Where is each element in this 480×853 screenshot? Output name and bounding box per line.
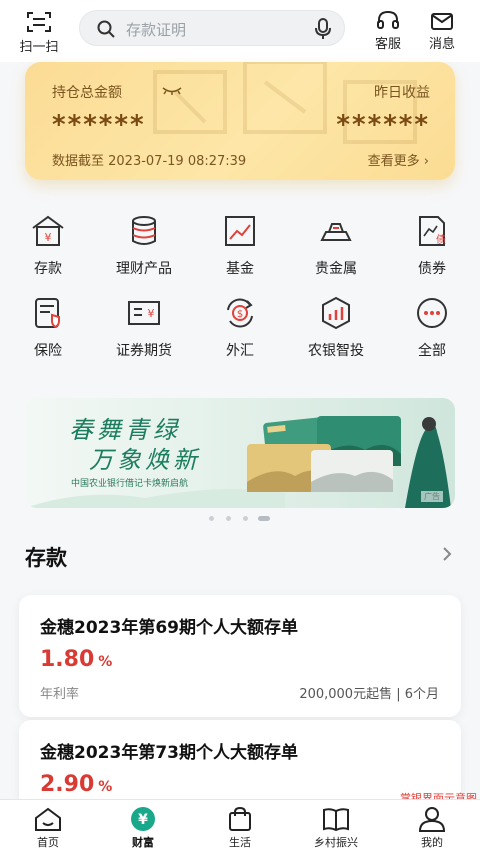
product-name: 金穗2023年第69期个人大额存单 xyxy=(40,618,298,638)
grid-label: 外汇 xyxy=(226,343,254,359)
insurance-icon xyxy=(35,298,60,329)
grid-item-forex[interactable]: $ 外汇 xyxy=(200,296,280,360)
rate-value: 1.80 xyxy=(40,647,95,672)
product-terms: 200,000元起售 | 6个月 xyxy=(299,687,439,702)
home-icon xyxy=(35,807,61,831)
yesterday-earnings-label: 昨日收益 xyxy=(374,85,430,101)
chevron-right-icon[interactable] xyxy=(442,546,452,562)
banner-subtitle: 中国农业银行借记卡焕新启航 xyxy=(71,479,189,489)
precious-metal-icon xyxy=(320,223,352,241)
grid-label: 债券 xyxy=(418,261,446,277)
forex-icon: $ xyxy=(227,298,253,328)
grid-label: 存款 xyxy=(34,261,62,277)
wealth-product-icon xyxy=(132,216,156,245)
total-holdings-value: ****** xyxy=(52,110,146,140)
user-icon xyxy=(418,807,446,832)
rate-unit: % xyxy=(98,779,113,795)
eye-closed-icon[interactable] xyxy=(162,86,182,96)
asset-summary-card[interactable]: 持仓总金额 昨日收益 ****** ****** 数据截至 2023-07-19… xyxy=(25,62,455,180)
grid-item-bond[interactable]: 债 债券 xyxy=(392,214,472,278)
shopping-bag-icon xyxy=(229,806,251,831)
grid-item-securities[interactable]: ¥ 证券期货 xyxy=(104,296,184,360)
grid-item-fund[interactable]: 基金 xyxy=(200,214,280,278)
microphone-icon[interactable] xyxy=(314,18,332,40)
tab-label: 生活 xyxy=(229,836,251,849)
ad-tag: 广告 xyxy=(421,491,443,502)
tab-wealth[interactable]: ¥ 财富 xyxy=(108,806,178,850)
search-icon xyxy=(97,20,115,38)
product-rate: 2.90% xyxy=(40,772,112,797)
customer-service-button[interactable]: 客服 xyxy=(366,10,410,52)
banner-headline-2: 万象焕新 xyxy=(89,446,201,474)
grid-label: 理财产品 xyxy=(116,261,172,277)
deposit-icon: ¥ xyxy=(32,215,64,246)
smart-invest-icon xyxy=(322,296,350,330)
grid-label: 全部 xyxy=(418,343,446,359)
grid-item-all[interactable]: 全部 xyxy=(392,296,472,360)
svg-text:债: 债 xyxy=(436,233,446,246)
tab-label: 首页 xyxy=(37,836,59,849)
svg-text:¥: ¥ xyxy=(138,812,148,828)
promo-banner[interactable]: 春舞青绿 万象焕新 中国农业银行借记卡焕新启航 广告 xyxy=(25,398,455,508)
envelope-icon xyxy=(431,13,453,30)
rate-unit: % xyxy=(98,654,113,670)
wealth-icon: ¥ xyxy=(131,807,155,831)
tab-mine[interactable]: 我的 xyxy=(397,806,467,850)
carousel-dot[interactable] xyxy=(209,516,214,521)
service-label: 客服 xyxy=(374,37,401,52)
tab-home[interactable]: 首页 xyxy=(13,806,83,850)
data-timestamp: 数据截至 2023-07-19 08:27:39 xyxy=(52,154,247,169)
fund-icon xyxy=(225,216,255,246)
view-more-link[interactable]: 查看更多 › xyxy=(368,150,429,169)
product-name: 金穗2023年第73期个人大额存单 xyxy=(40,743,298,763)
search-input[interactable]: 存款证明 xyxy=(126,19,186,40)
tab-label: 财富 xyxy=(132,836,154,849)
grid-label: 农银智投 xyxy=(308,343,364,359)
search-bar[interactable]: 存款证明 xyxy=(79,10,345,46)
product-card[interactable]: 金穗2023年第69期个人大额存单 1.80% 年利率 200,000元起售 |… xyxy=(19,595,461,717)
rate-value: 2.90 xyxy=(40,772,95,797)
grid-label: 基金 xyxy=(226,261,254,277)
more-icon xyxy=(417,298,447,328)
top-bar: 扫一扫 存款证明 客服 消息 xyxy=(0,0,480,62)
tab-label: 乡村振兴 xyxy=(314,836,358,849)
carousel-indicator xyxy=(0,515,480,523)
tab-rural-revitalization[interactable]: 乡村振兴 xyxy=(301,806,371,850)
svg-text:$: $ xyxy=(237,309,243,320)
svg-text:¥: ¥ xyxy=(45,231,52,244)
bond-icon: 债 xyxy=(419,216,446,246)
grid-item-precious-metal[interactable]: 贵金属 xyxy=(296,214,376,278)
carousel-dot-active[interactable] xyxy=(258,516,270,521)
tab-label: 我的 xyxy=(421,836,443,849)
scan-label: 扫一扫 xyxy=(19,40,59,55)
grid-label: 证券期货 xyxy=(116,343,172,359)
grid-item-wealth-product[interactable]: 理财产品 xyxy=(104,214,184,278)
svg-text:¥: ¥ xyxy=(148,307,155,320)
product-rate: 1.80% xyxy=(40,647,112,672)
securities-icon: ¥ xyxy=(128,301,160,325)
yesterday-earnings-value: ****** xyxy=(336,110,430,140)
grid-item-deposit[interactable]: ¥ 存款 xyxy=(8,214,88,278)
rate-label: 年利率 xyxy=(40,687,80,702)
carousel-dot[interactable] xyxy=(243,516,248,521)
section-title-deposit: 存款 xyxy=(25,546,67,570)
grid-item-smart-invest[interactable]: 农银智投 xyxy=(296,296,376,360)
tab-life[interactable]: 生活 xyxy=(205,806,275,850)
bottom-tab-bar: 首页 ¥ 财富 生活 乡村振兴 我的 xyxy=(0,799,480,853)
scan-button[interactable]: 扫一扫 xyxy=(10,10,68,55)
carousel-dot[interactable] xyxy=(226,516,231,521)
message-button[interactable]: 消息 xyxy=(420,10,464,52)
headset-icon xyxy=(377,10,399,29)
scan-icon xyxy=(27,12,51,32)
message-label: 消息 xyxy=(428,37,455,52)
total-holdings-label: 持仓总金额 xyxy=(52,85,122,101)
grid-label: 保险 xyxy=(34,343,62,359)
grid-item-insurance[interactable]: 保险 xyxy=(8,296,88,360)
book-icon xyxy=(323,808,349,832)
grid-label: 贵金属 xyxy=(315,261,357,277)
